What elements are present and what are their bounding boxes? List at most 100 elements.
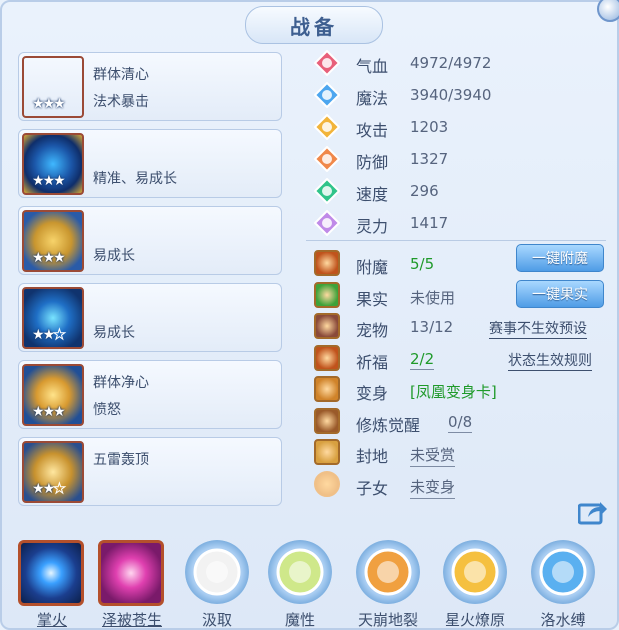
skill-name: 魔性 [284, 611, 315, 629]
star-filled-icon: ★ [42, 173, 55, 189]
equipment-slot[interactable]: ★★★ 群体净心 愤怒 [18, 360, 282, 429]
extra-value: 未使用 [410, 288, 456, 307]
star-filled-icon: ★ [42, 404, 55, 420]
prairie-fire-icon [443, 540, 507, 604]
gold-boots-icon: ★★★ [22, 441, 84, 503]
fief-icon [314, 439, 340, 465]
star-rating: ★★★ [32, 173, 66, 189]
skill-slot[interactable]: 泽被苍生 [97, 540, 167, 630]
equipment-trait-label: 精准、易成长 [93, 171, 177, 187]
star-filled-icon: ★ [42, 250, 55, 266]
pet-icon [314, 313, 340, 339]
skill-name: 汲取 [201, 611, 232, 629]
extra-value: [凤凰变身卡] [410, 383, 497, 401]
equipment-slot[interactable]: ★★★ 易成长 [18, 206, 282, 275]
equipment-slot[interactable]: ★★★ 精准、易成长 [18, 129, 282, 198]
equipment-slot[interactable]: ★★★ 五雷轰顶 [18, 437, 282, 506]
stat-label: 气血 [356, 57, 389, 76]
skill-name: 星火燎原 [444, 611, 505, 629]
absorb-icon [185, 540, 249, 604]
extra-label: 宠物 [356, 321, 389, 340]
blessing-icon [314, 344, 340, 371]
stat-label: 魔法 [356, 89, 389, 108]
corner-orb-icon [597, 0, 619, 22]
skill-slot[interactable]: 星火燎原 [440, 540, 510, 630]
star-filled-icon: ★ [42, 327, 55, 343]
spirit-icon [313, 209, 341, 237]
extra-label: 修炼觉醒 [356, 415, 421, 435]
equipment-slot[interactable]: ★★★ 易成长 [18, 283, 282, 352]
star-rating: ★★★ [32, 96, 66, 112]
stat-value: 1417 [410, 214, 449, 232]
stat-label: 防御 [356, 153, 389, 172]
heart-icon [313, 49, 341, 77]
equipment-slot[interactable]: ★★★ 群体清心法术暴击 [18, 52, 282, 121]
equipment-skill-label: 五雷轰顶 [93, 452, 149, 468]
mana-icon [313, 81, 341, 109]
page-title: 战备 [290, 14, 338, 39]
skill-slot[interactable]: 汲取 [182, 540, 252, 630]
star-filled-icon: ★ [32, 173, 44, 189]
bless-hand-icon [98, 540, 164, 606]
star-filled-icon: ★ [32, 481, 44, 497]
skill-slot[interactable]: 洛水缚 [528, 540, 598, 630]
skill-slot[interactable]: 魔性 [265, 540, 335, 630]
skill-name: 掌火 [36, 611, 67, 629]
extra-label: 附魔 [356, 258, 389, 277]
shield-icon [313, 145, 341, 173]
equipment-trait-label: 易成长 [93, 248, 135, 264]
stat-value: 3940/3940 [410, 86, 492, 104]
star-filled-icon: ★ [53, 173, 65, 189]
star-filled-icon: ★ [42, 96, 55, 112]
share-icon[interactable] [578, 499, 608, 525]
skill-slot[interactable]: 天崩地裂 [353, 540, 423, 630]
star-filled-icon: ★ [53, 404, 65, 420]
extra-label: 封地 [356, 447, 389, 466]
sword-icon [313, 113, 341, 141]
skill-slot[interactable]: 掌火 [17, 540, 87, 630]
gold-belt-icon: ★★★ [22, 364, 84, 426]
enchant-all-button[interactable]: 一键附魔 [516, 244, 604, 272]
extra-label: 祈福 [356, 352, 389, 372]
preset-rules-link[interactable]: 赛事不生效预设 [489, 318, 587, 339]
star-rating: ★★★ [32, 327, 66, 344]
equipment-skill-label: 群体清心 [93, 67, 149, 83]
equipment-trait-label: 愤怒 [93, 402, 121, 418]
extra-value: 13/12 [410, 318, 454, 336]
blue-gold-helmet-icon: ★★★ [22, 133, 84, 195]
skill-name: 洛水缚 [540, 611, 586, 629]
fruit-all-button[interactable]: 一键果实 [516, 280, 604, 308]
extra-value[interactable]: 未变身 [410, 476, 456, 499]
extra-value[interactable]: 0/8 [448, 413, 473, 433]
palm-fire-icon [18, 540, 84, 606]
extra-value: 5/5 [410, 255, 435, 273]
stat-value: 4972/4972 [410, 54, 492, 72]
blue-necklace-icon: ★★★ [22, 287, 84, 349]
star-filled-icon: ★ [32, 404, 44, 420]
water-bind-icon [531, 540, 595, 604]
transform-icon [314, 376, 340, 402]
enchant-icon [314, 250, 340, 276]
equipment-trait-label: 易成长 [93, 325, 135, 341]
status-rules-link[interactable]: 状态生效规则 [508, 350, 592, 371]
stat-value: 1203 [410, 118, 449, 136]
stat-value: 296 [410, 182, 439, 200]
equipment-trait-label: 法术暴击 [93, 94, 149, 110]
red-sword-icon: ★★★ [22, 56, 84, 118]
star-empty-icon: ★ [53, 327, 66, 344]
star-rating: ★★★ [32, 250, 66, 266]
extra-value[interactable]: 2/2 [410, 350, 435, 370]
speed-icon [313, 177, 341, 205]
star-rating: ★★★ [32, 481, 66, 498]
star-filled-icon: ★ [42, 481, 55, 497]
extra-value[interactable]: 未受赏 [410, 444, 456, 467]
star-rating: ★★★ [32, 404, 66, 420]
title-plate: 战备 [245, 6, 383, 44]
extra-label: 果实 [356, 289, 389, 309]
extra-label: 子女 [356, 478, 389, 498]
skill-name: 泽被苍生 [101, 611, 162, 629]
divider [306, 240, 606, 241]
stat-label: 灵力 [356, 217, 389, 236]
star-filled-icon: ★ [53, 250, 65, 266]
extra-label: 变身 [356, 384, 389, 403]
